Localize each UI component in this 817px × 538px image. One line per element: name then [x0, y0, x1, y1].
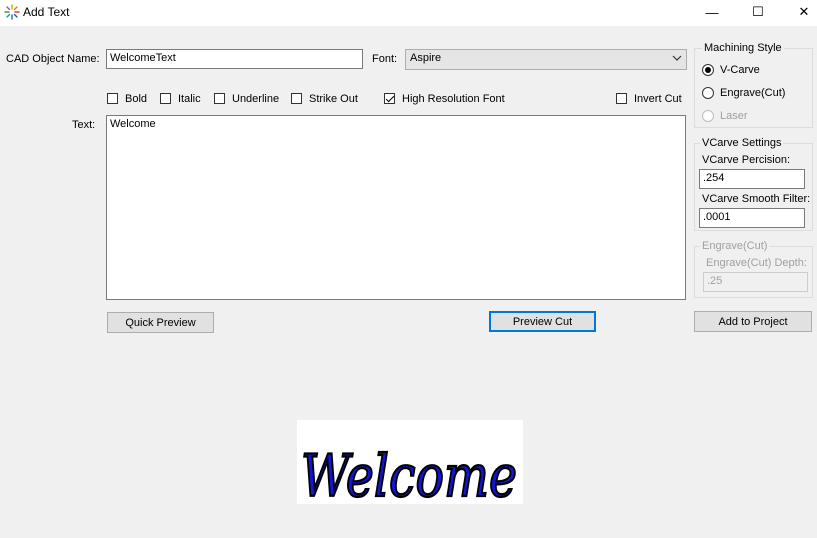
strikeout-label: Strike Out [309, 93, 358, 105]
engrave-radio[interactable] [702, 87, 714, 99]
text-preview-image: Welcome [297, 420, 523, 511]
high-res-font-label: High Resolution Font [402, 93, 505, 105]
invert-cut-checkbox[interactable] [616, 93, 627, 104]
object-name-input[interactable]: WelcomeText [106, 49, 363, 69]
text-input[interactable]: Welcome [106, 115, 686, 300]
engrave-depth-label: Engrave(Cut) Depth: [706, 257, 807, 269]
engrave-settings-title: Engrave(Cut) [700, 240, 770, 252]
vcarve-settings-title: VCarve Settings [700, 137, 784, 149]
underline-label: Underline [232, 93, 280, 105]
vcarve-radio-label: V-Carve [720, 64, 760, 76]
minimize-button[interactable]: — [689, 0, 735, 24]
engrave-depth-input: .25 [703, 272, 808, 292]
bold-label: Bold [125, 93, 148, 105]
object-name-label: CAD Object Name: [6, 53, 100, 65]
font-select[interactable]: Aspire [405, 49, 687, 70]
preview-text: Welcome [301, 442, 517, 504]
italic-checkbox[interactable] [160, 93, 171, 104]
quick-preview-button[interactable]: Quick Preview [107, 312, 214, 333]
add-to-project-button[interactable]: Add to Project [694, 311, 812, 332]
laser-radio [702, 110, 714, 122]
engrave-radio-label: Engrave(Cut) [720, 87, 786, 99]
font-select-value: Aspire [410, 52, 442, 64]
maximize-button[interactable]: ☐ [735, 0, 781, 24]
app-sparkle-icon [4, 4, 20, 20]
vcarve-precision-input[interactable]: .254 [699, 169, 805, 189]
high-res-font-checkbox[interactable] [384, 93, 395, 104]
window-title: Add Text [23, 5, 70, 19]
laser-radio-label: Laser [720, 110, 748, 122]
font-label: Font: [372, 53, 398, 65]
vcarve-smooth-label: VCarve Smooth Filter: [702, 193, 811, 205]
invert-cut-label: Invert Cut [634, 93, 682, 105]
machining-style-title: Machining Style [702, 42, 784, 54]
vcarve-smooth-input[interactable]: .0001 [699, 208, 805, 228]
preview-cut-button[interactable]: Preview Cut [489, 311, 596, 332]
strikeout-checkbox[interactable] [291, 93, 302, 104]
bold-checkbox[interactable] [107, 93, 118, 104]
vcarve-radio[interactable] [702, 64, 714, 76]
chevron-down-icon [672, 53, 682, 66]
italic-label: Italic [178, 93, 201, 105]
close-button[interactable]: ✕ [781, 0, 817, 24]
underline-checkbox[interactable] [214, 93, 225, 104]
text-label: Text: [72, 119, 96, 131]
vcarve-precision-label: VCarve Percision: [702, 154, 791, 166]
